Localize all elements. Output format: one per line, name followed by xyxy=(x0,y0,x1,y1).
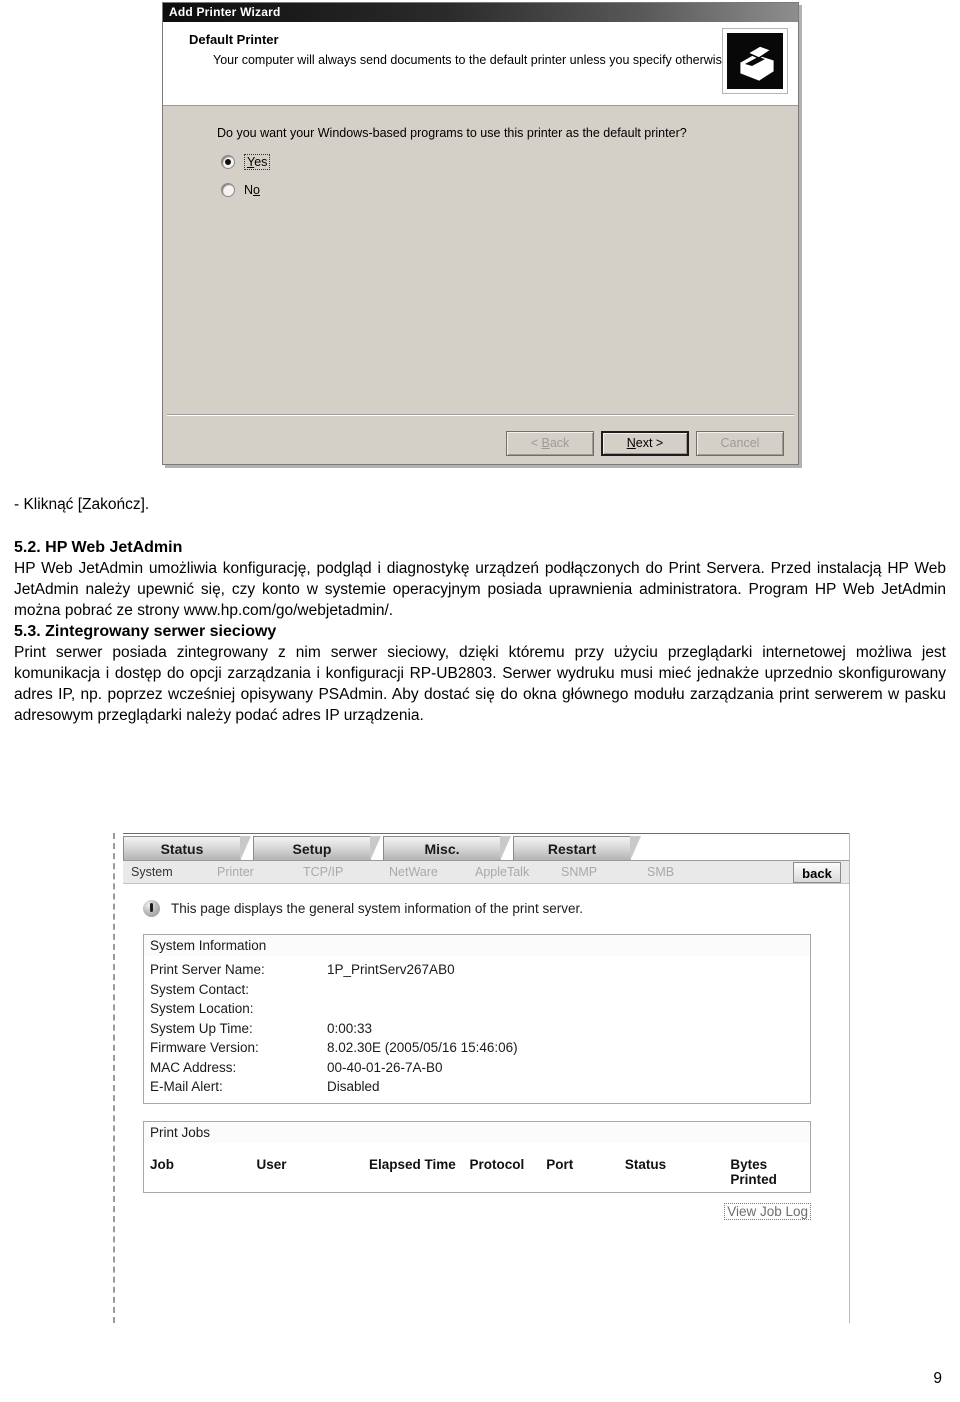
table-row: System Up Time: 0:00:33 xyxy=(150,1019,810,1039)
column-header-status: Status xyxy=(624,1156,667,1172)
section-5-3-paragraph: Print serwer posiada zintegrowany z nim … xyxy=(14,644,946,724)
wizard-footer-divider xyxy=(167,414,794,416)
firmware-version-label: Firmware Version: xyxy=(150,1040,259,1055)
tab-misc[interactable]: Misc. xyxy=(383,836,511,861)
radio-no-mnemonic: o xyxy=(253,183,260,197)
system-up-time-value: 0:00:33 xyxy=(327,1020,373,1036)
next-button[interactable]: Next > xyxy=(601,431,689,456)
subnav-item-appletalk[interactable]: AppleTalk xyxy=(475,865,561,879)
column-header-protocol: Protocol xyxy=(469,1156,525,1172)
column-header-user: User xyxy=(256,1156,287,1172)
firmware-version-value: 8.02.30E (2005/05/16 15:46:06) xyxy=(327,1040,518,1055)
table-row: System Contact: xyxy=(150,980,810,1000)
system-information-list: Print Server Name: 1P_PrintServ267AB0 Sy… xyxy=(144,956,810,1103)
wizard-header: Default Printer Your computer will alway… xyxy=(163,22,798,106)
mac-address-label: MAC Address: xyxy=(150,1059,237,1075)
back-button[interactable]: back xyxy=(793,862,841,883)
print-server-web-ui-screenshot: Status Setup Misc. Restart System Printe… xyxy=(113,833,850,1323)
column-header-job: Job xyxy=(150,1156,175,1172)
system-contact-value xyxy=(327,980,810,1000)
sub-navigation-bar: System Printer TCP/IP NetWare AppleTalk … xyxy=(123,860,849,884)
printer-icon xyxy=(722,28,788,94)
radio-no-text: N xyxy=(244,183,254,197)
print-jobs-title: Print Jobs xyxy=(144,1121,810,1143)
subnav-item-system[interactable]: System xyxy=(131,865,217,879)
column-header-port: Port xyxy=(546,1156,574,1172)
view-job-log-row: View Job Log xyxy=(143,1202,811,1220)
system-location-value xyxy=(327,999,810,1019)
wizard-body: Do you want your Windows-based programs … xyxy=(163,106,798,464)
email-alert-label: E-Mail Alert: xyxy=(150,1079,223,1094)
wizard-header-subtitle: Your computer will always send documents… xyxy=(213,53,733,67)
mac-address-value: 00-40-01-26-7A-B0 xyxy=(327,1059,443,1075)
section-5-2-paragraph: HP Web JetAdmin umożliwia konfigurację, … xyxy=(14,560,946,619)
tab-restart[interactable]: Restart xyxy=(513,836,641,861)
table-row: E-Mail Alert: Disabled xyxy=(150,1077,810,1097)
subnav-item-tcpip[interactable]: TCP/IP xyxy=(303,865,389,879)
back-button-pre: < xyxy=(530,436,542,450)
subnav-item-snmp[interactable]: SNMP xyxy=(561,865,647,879)
section-5-3-heading: 5.3. Zintegrowany serwer sieciowy xyxy=(14,623,277,640)
page-number: 9 xyxy=(933,1370,942,1387)
column-header-bytes-printed: Bytes Printed xyxy=(730,1156,777,1187)
back-button[interactable]: < Back xyxy=(506,431,594,456)
back-button-mnemonic: B xyxy=(541,436,550,450)
radio-no-label: No xyxy=(244,183,260,197)
system-information-panel: System Information Print Server Name: 1P… xyxy=(143,934,811,1104)
radio-option-yes[interactable]: Yes xyxy=(221,154,271,170)
table-row: System Location: xyxy=(150,999,810,1019)
print-server-name-value: 1P_PrintServ267AB0 xyxy=(327,962,455,977)
wizard-header-title: Default Printer xyxy=(189,32,279,47)
radio-no-indicator[interactable] xyxy=(221,183,235,197)
print-jobs-panel: Print Jobs Job User Elapsed Time Protoco… xyxy=(143,1120,811,1193)
section-5-2-heading: 5.2. HP Web JetAdmin xyxy=(14,539,183,556)
tab-setup[interactable]: Setup xyxy=(253,836,381,861)
system-up-time-label: System Up Time: xyxy=(150,1020,253,1036)
print-server-name-label: Print Server Name: xyxy=(150,962,265,977)
info-bullet-icon xyxy=(143,900,160,917)
table-row: Print Server Name: 1P_PrintServ267AB0 xyxy=(150,960,810,980)
tab-status[interactable]: Status xyxy=(123,836,251,861)
system-contact-label: System Contact: xyxy=(150,981,250,997)
system-location-label: System Location: xyxy=(150,1001,254,1016)
subnav-item-netware[interactable]: NetWare xyxy=(389,865,475,879)
column-header-elapsed-time: Elapsed Time xyxy=(369,1156,456,1172)
radio-yes-label: Yes xyxy=(244,154,271,170)
page-description-text: This page displays the general system in… xyxy=(171,901,583,916)
table-row: Firmware Version: 8.02.30E (2005/05/16 1… xyxy=(150,1038,810,1058)
table-row: MAC Address: 00-40-01-26-7A-B0 xyxy=(150,1058,810,1078)
next-button-post: ext > xyxy=(635,436,664,450)
instruction-line-finish: - Kliknąć [Zakończ]. xyxy=(14,496,150,513)
default-printer-question: Do you want your Windows-based programs … xyxy=(217,126,687,140)
next-button-mnemonic: N xyxy=(626,436,636,450)
view-job-log-link[interactable]: View Job Log xyxy=(724,1202,811,1220)
web-ui-frame: Status Setup Misc. Restart System Printe… xyxy=(123,833,850,1323)
main-tab-bar: Status Setup Misc. Restart xyxy=(123,833,849,861)
subnav-item-printer[interactable]: Printer xyxy=(217,865,303,879)
radio-yes-text: es xyxy=(254,155,268,169)
cancel-button[interactable]: Cancel xyxy=(696,431,784,456)
print-jobs-header-row: Job User Elapsed Time Protocol Port Stat… xyxy=(144,1143,810,1192)
email-alert-value: Disabled xyxy=(327,1079,380,1094)
wizard-title-bar: Add Printer Wizard xyxy=(163,3,798,22)
radio-option-no[interactable]: No xyxy=(221,183,260,197)
back-button-post: ack xyxy=(549,436,570,450)
page-description-row: This page displays the general system in… xyxy=(123,884,849,917)
document-text: - Kliknąć [Zakończ]. 5.2. HP Web JetAdmi… xyxy=(14,494,946,726)
wizard-button-bar: < Back Next > Cancel xyxy=(506,431,784,456)
radio-yes-indicator[interactable] xyxy=(221,155,235,169)
add-printer-wizard-dialog: Add Printer Wizard Default Printer Your … xyxy=(162,2,799,465)
subnav-item-smb[interactable]: SMB xyxy=(647,865,733,879)
printer-icon-glyph xyxy=(727,33,783,89)
system-information-title: System Information xyxy=(144,935,810,956)
